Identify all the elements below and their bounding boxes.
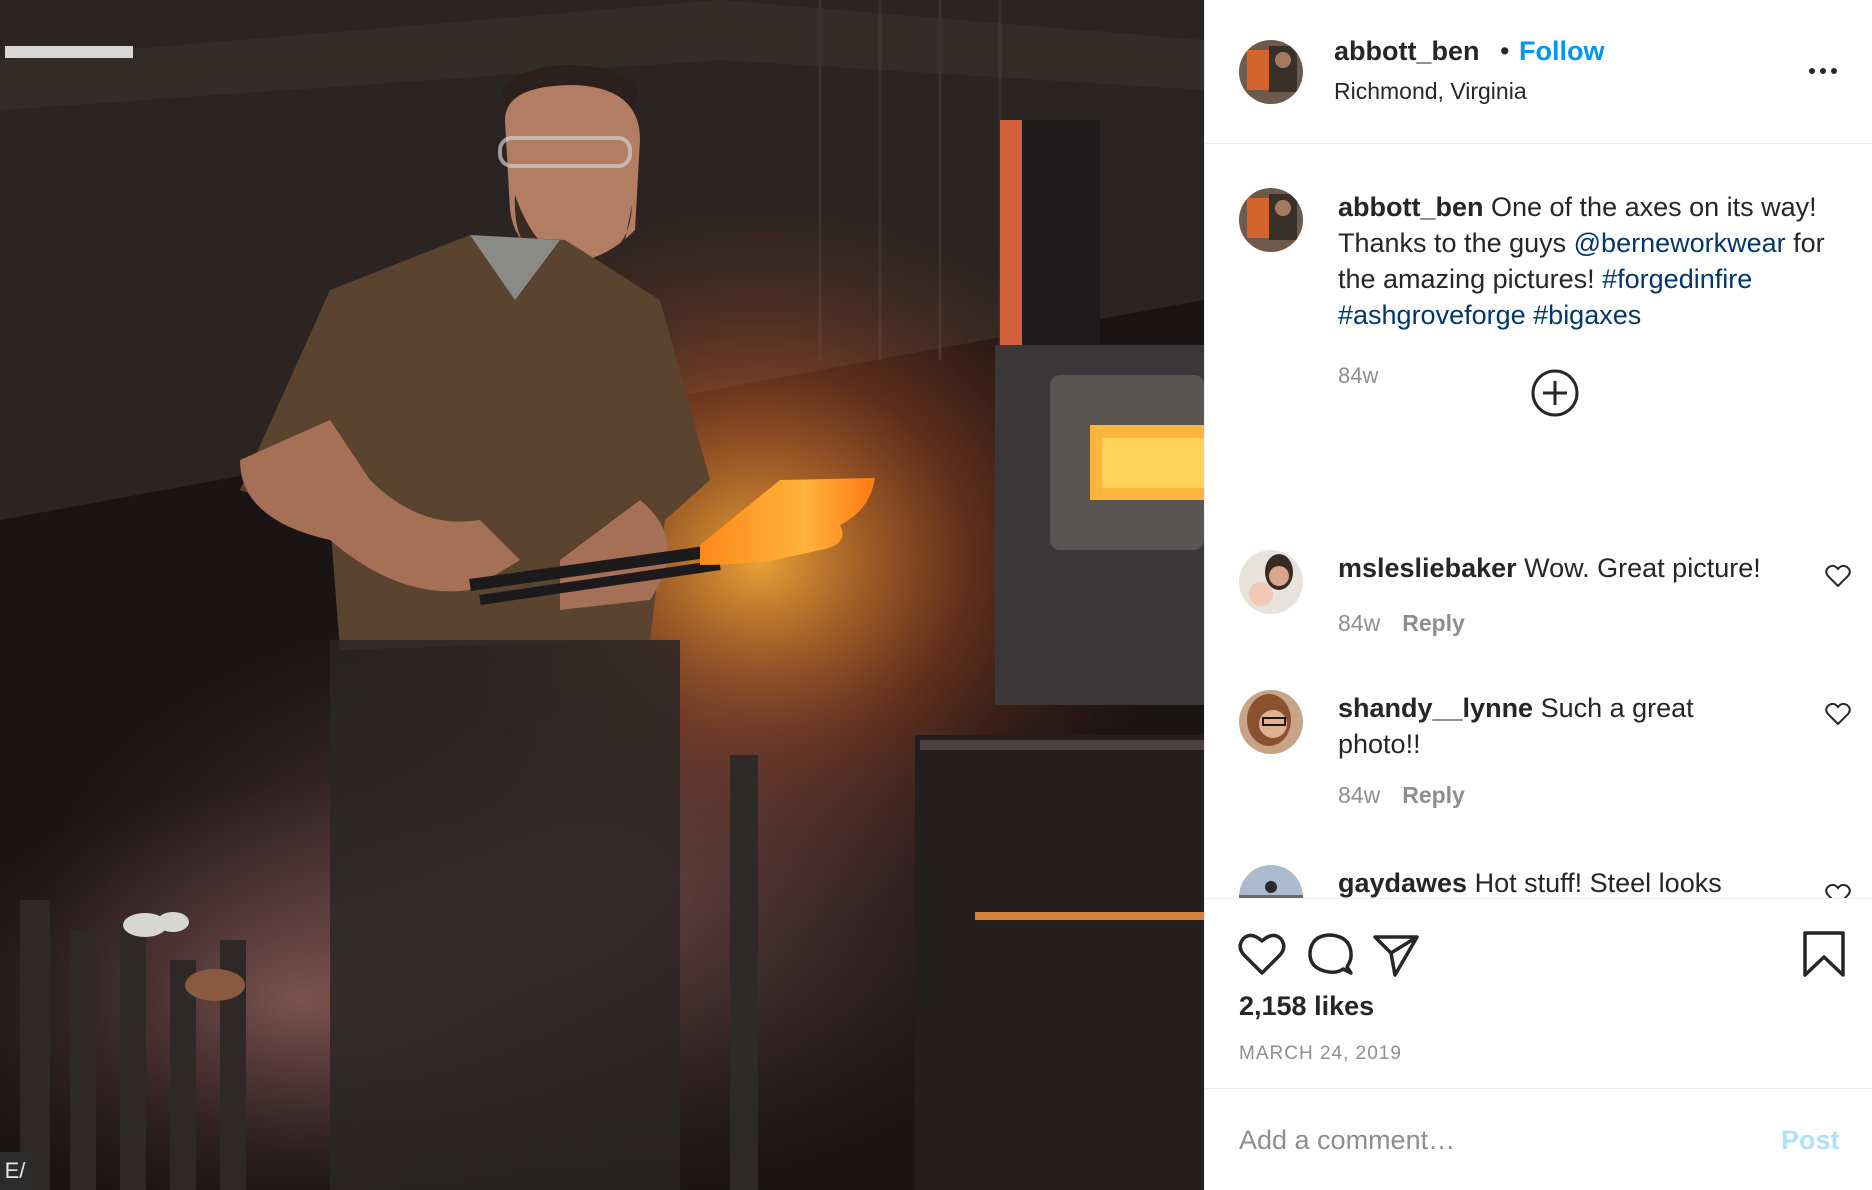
caption-timestamp: 84w <box>1338 363 1379 388</box>
comment-meta: 84w Reply <box>1338 782 1465 809</box>
commenter-username[interactable]: shandy__lynne <box>1338 693 1533 723</box>
post-caption: abbott_ben One of the axes on its way! T… <box>1338 189 1848 333</box>
separator-dot: • <box>1500 36 1510 66</box>
comment-body: Hot stuff! Steel looks <box>1467 868 1722 898</box>
hashtag-link[interactable]: #ashgroveforge <box>1338 300 1526 330</box>
hashtag-link[interactable]: #bigaxes <box>1533 300 1641 330</box>
likes-count[interactable]: 2,158 likes <box>1239 991 1374 1022</box>
reply-button[interactable]: Reply <box>1402 782 1465 808</box>
comment-timestamp: 84w <box>1338 610 1381 636</box>
caption-username[interactable]: abbott_ben <box>1338 192 1484 222</box>
caption-mention[interactable]: @berneworkwear <box>1574 228 1786 258</box>
plus-circle-icon[interactable] <box>1530 368 1580 418</box>
speech-bubble-icon[interactable] <box>1305 929 1355 979</box>
post-date: MARCH 24, 2019 <box>1239 1043 1402 1064</box>
post-details-panel: abbott_ben • Follow Richmond, Virginia a… <box>1204 0 1872 1190</box>
comment-timestamp: 84w <box>1338 782 1381 808</box>
post-header: abbott_ben • Follow Richmond, Virginia <box>1205 0 1872 144</box>
forge-scene-image <box>0 0 1204 1190</box>
post-location[interactable]: Richmond, Virginia <box>1334 78 1527 105</box>
caption-author-avatar[interactable] <box>1239 188 1303 252</box>
comment-meta: 84w Reply <box>1338 610 1465 637</box>
comment-input[interactable] <box>1239 1119 1739 1161</box>
heart-icon[interactable] <box>1825 883 1851 898</box>
comment-text: mslesliebaker Wow. Great picture! <box>1338 550 1778 586</box>
commenter-avatar[interactable] <box>1239 690 1303 754</box>
bookmark-icon[interactable] <box>1799 929 1849 979</box>
post-actions: 2,158 likes MARCH 24, 2019 <box>1205 898 1872 1088</box>
add-comment-bar: Post <box>1205 1088 1872 1190</box>
comment-text: shandy__lynne Such a great photo!! <box>1338 690 1778 762</box>
post-photo[interactable]: E/ <box>0 0 1204 1190</box>
heart-icon[interactable] <box>1825 702 1851 726</box>
more-options-icon[interactable] <box>1801 56 1845 86</box>
commenter-username[interactable]: mslesliebaker <box>1338 553 1517 583</box>
comments-list[interactable]: abbott_ben One of the axes on its way! T… <box>1205 145 1872 898</box>
author-username[interactable]: abbott_ben <box>1334 36 1480 67</box>
side-tab[interactable]: E/ <box>0 1152 30 1190</box>
commenter-username[interactable]: gaydawes <box>1338 868 1467 898</box>
heart-icon[interactable] <box>1237 929 1287 979</box>
author-avatar[interactable] <box>1239 40 1303 104</box>
hashtag-link[interactable]: #forgedinfire <box>1602 264 1752 294</box>
reply-button[interactable]: Reply <box>1402 610 1465 636</box>
comment-body: Wow. Great picture! <box>1516 553 1761 583</box>
post-comment-button[interactable]: Post <box>1781 1125 1840 1156</box>
paper-plane-icon[interactable] <box>1371 929 1421 979</box>
heart-icon[interactable] <box>1825 564 1851 588</box>
comment-text: gaydawes Hot stuff! Steel looks <box>1338 865 1778 898</box>
commenter-avatar[interactable] <box>1239 550 1303 614</box>
commenter-avatar[interactable] <box>1239 865 1303 898</box>
follow-button[interactable]: Follow <box>1519 36 1604 67</box>
